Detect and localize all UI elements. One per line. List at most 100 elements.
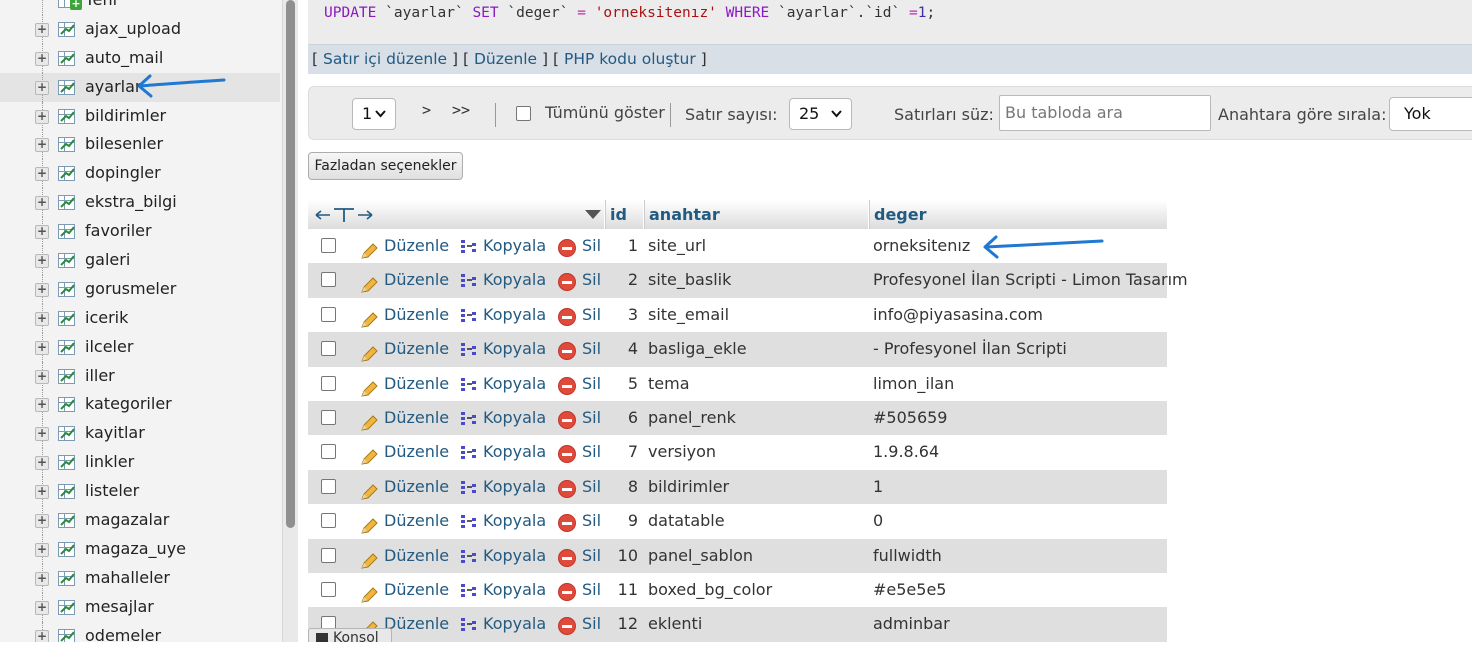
nav-table-item[interactable]: + kayitlar	[0, 419, 280, 449]
edit-row-link[interactable]: Düzenle	[384, 401, 449, 435]
nav-table-item[interactable]: +Yeni	[0, 0, 280, 15]
cell-anahtar[interactable]: panel_sablon	[648, 539, 753, 573]
edit-row-link[interactable]: Düzenle	[384, 607, 449, 641]
cell-deger[interactable]: 0	[873, 504, 883, 538]
copy-row-link[interactable]: Kopyala	[483, 539, 546, 573]
nav-table-item[interactable]: + ajax_upload	[0, 14, 280, 44]
expand-icon[interactable]: +	[35, 629, 49, 642]
delete-row-link[interactable]: Sil	[582, 367, 601, 401]
edit-row-link[interactable]: Düzenle	[384, 573, 449, 607]
nav-scrollbar-thumb[interactable]	[286, 0, 295, 528]
edit-row-link[interactable]: Düzenle	[384, 504, 449, 538]
expand-icon[interactable]: +	[35, 22, 49, 37]
delete-row-link[interactable]: Sil	[582, 229, 601, 263]
copy-row-link[interactable]: Kopyala	[483, 298, 546, 332]
column-header-anahtar[interactable]: anahtar	[649, 200, 720, 229]
console-toggle[interactable]: Konsol	[308, 628, 392, 642]
column-header-id[interactable]: id	[610, 200, 627, 229]
nav-table-item[interactable]: + bilesenler	[0, 130, 280, 160]
cell-anahtar[interactable]: basliga_ekle	[648, 332, 747, 366]
nav-table-item[interactable]: + magazalar	[0, 506, 280, 535]
cell-anahtar[interactable]: site_url	[648, 229, 706, 263]
expand-icon[interactable]: +	[35, 196, 49, 211]
expand-icon[interactable]: +	[35, 51, 49, 66]
sort-by-key-select[interactable]: Yok	[1389, 97, 1472, 131]
nav-table-item[interactable]: + gorusmeler	[0, 274, 280, 304]
expand-icon[interactable]: +	[35, 398, 49, 413]
nav-table-item[interactable]: + listeler	[0, 477, 280, 506]
expand-icon[interactable]: +	[35, 109, 49, 124]
nav-table-item[interactable]: + linkler	[0, 448, 280, 478]
row-checkbox[interactable]	[321, 238, 336, 253]
expand-icon[interactable]: +	[35, 514, 49, 529]
cell-deger[interactable]: #e5e5e5	[873, 573, 946, 607]
cell-deger[interactable]: info@piyasasina.com	[873, 298, 1043, 332]
expand-icon[interactable]: +	[35, 600, 49, 615]
cell-anahtar[interactable]: panel_renk	[648, 401, 736, 435]
expand-icon[interactable]: +	[35, 225, 49, 240]
nav-table-item[interactable]: + magaza_uye	[0, 534, 280, 564]
cell-anahtar[interactable]: boxed_bg_color	[648, 573, 772, 607]
expand-icon[interactable]: +	[35, 427, 49, 442]
delete-row-link[interactable]: Sil	[582, 470, 601, 504]
expand-icon[interactable]: +	[35, 340, 49, 355]
cell-deger[interactable]: 1	[873, 470, 883, 504]
cell-id[interactable]: 5	[628, 367, 638, 401]
cell-anahtar[interactable]: tema	[648, 367, 690, 401]
cell-id[interactable]: 1	[628, 229, 638, 263]
cell-deger[interactable]: adminbar	[873, 607, 950, 641]
copy-row-link[interactable]: Kopyala	[483, 401, 546, 435]
cell-anahtar[interactable]: versiyon	[648, 435, 716, 469]
cell-id[interactable]: 9	[628, 504, 638, 538]
edit-row-link[interactable]: Düzenle	[384, 332, 449, 366]
nav-table-item[interactable]: + mesajlar	[0, 592, 280, 622]
edit-row-link[interactable]: Düzenle	[384, 263, 449, 297]
page-select[interactable]: 1	[352, 98, 396, 130]
copy-row-link[interactable]: Kopyala	[483, 435, 546, 469]
cell-anahtar[interactable]: site_email	[648, 298, 729, 332]
expand-icon[interactable]: +	[35, 80, 49, 95]
row-checkbox[interactable]	[321, 341, 336, 357]
cell-anahtar[interactable]: site_baslik	[648, 263, 731, 297]
nav-table-item[interactable]: + odemeler	[0, 621, 280, 642]
delete-row-link[interactable]: Sil	[582, 401, 601, 435]
cell-anahtar[interactable]: eklenti	[648, 607, 702, 641]
nav-scrollbar[interactable]	[282, 0, 298, 642]
copy-row-link[interactable]: Kopyala	[483, 332, 546, 366]
cell-deger[interactable]: 1.9.8.64	[873, 435, 939, 469]
edit-row-link[interactable]: Düzenle	[384, 298, 449, 332]
row-checkbox[interactable]	[321, 409, 336, 425]
cell-deger[interactable]: orneksitenız	[873, 229, 970, 263]
cell-anahtar[interactable]: datatable	[648, 504, 725, 538]
cell-deger[interactable]: Profesyonel İlan Scripti - Limon Tasarım	[873, 263, 1188, 297]
expand-icon[interactable]: +	[35, 167, 49, 182]
expand-icon[interactable]: +	[35, 311, 49, 326]
cell-id[interactable]: 4	[628, 332, 638, 366]
nav-table-item[interactable]: + ekstra_bilgi	[0, 188, 280, 218]
edit-row-link[interactable]: Düzenle	[384, 229, 449, 263]
column-resize-arrows-icon[interactable]	[314, 207, 374, 223]
nav-table-item[interactable]: + kategoriler	[0, 390, 280, 420]
cell-id[interactable]: 11	[618, 573, 638, 607]
copy-row-link[interactable]: Kopyala	[483, 504, 546, 538]
expand-icon[interactable]: +	[35, 485, 49, 500]
next-page-button[interactable]: >	[422, 101, 431, 119]
filter-rows-input[interactable]: Bu tabloda ara	[999, 95, 1211, 131]
expand-icon[interactable]: +	[35, 456, 49, 471]
cell-deger[interactable]: - Profesyonel İlan Scripti	[873, 332, 1067, 366]
show-all-checkbox[interactable]	[516, 106, 531, 121]
expand-icon[interactable]: +	[35, 571, 49, 586]
row-checkbox[interactable]	[321, 375, 336, 391]
copy-row-link[interactable]: Kopyala	[483, 367, 546, 401]
copy-row-link[interactable]: Kopyala	[483, 229, 546, 263]
cell-id[interactable]: 10	[618, 539, 638, 573]
delete-row-link[interactable]: Sil	[582, 504, 601, 538]
inline-edit-link[interactable]: Satır içi düzenle	[323, 50, 447, 68]
edit-row-link[interactable]: Düzenle	[384, 539, 449, 573]
delete-row-link[interactable]: Sil	[582, 573, 601, 607]
nav-table-item[interactable]: + favoriler	[0, 217, 280, 246]
copy-row-link[interactable]: Kopyala	[483, 263, 546, 297]
expand-icon[interactable]: +	[35, 542, 49, 557]
cell-deger[interactable]: #505659	[873, 401, 947, 435]
nav-table-item[interactable]: + icerik	[0, 303, 280, 333]
